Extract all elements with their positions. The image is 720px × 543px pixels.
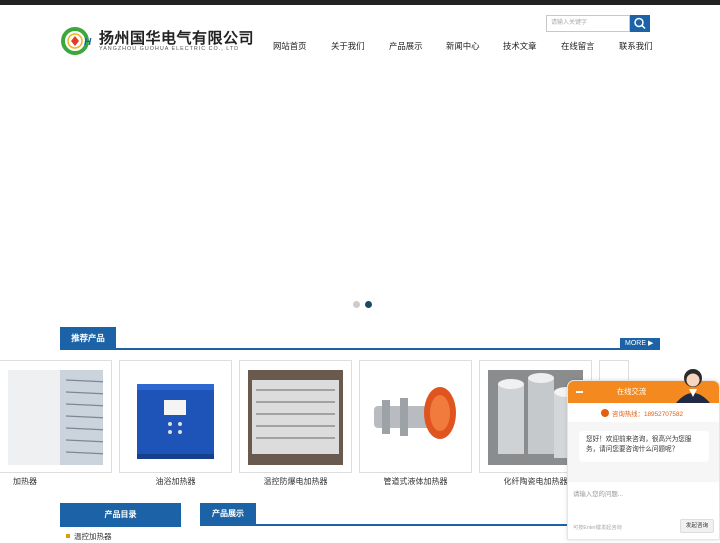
chat-hotline: 咨询热线：18952707582	[612, 411, 684, 418]
nav-item-contact[interactable]: 联系我们	[619, 40, 653, 52]
products-header: 产品展示	[200, 503, 570, 526]
control-cabinet-icon	[128, 370, 223, 465]
product-card[interactable]	[0, 360, 112, 473]
nav-item-home[interactable]: 网站首页	[273, 40, 307, 52]
search-input[interactable]: 请输入关键字	[546, 15, 630, 32]
support-avatar-icon	[676, 369, 710, 403]
slider-dot-1[interactable]	[353, 301, 360, 308]
chat-hint: 可按Enter键发起咨询	[573, 525, 622, 531]
nav-item-about[interactable]: 关于我们	[331, 40, 365, 52]
logo-mark-icon: H	[61, 27, 92, 55]
products-title: 产品展示	[200, 503, 256, 525]
product-name[interactable]: 温控防爆电加热器	[239, 476, 352, 487]
nav-item-news[interactable]: 新闻中心	[446, 40, 480, 52]
welcome-message: 您好！欢迎前来咨询，很高兴为您服务，请问您要咨询什么问题呢？	[579, 431, 709, 462]
nav-item-products[interactable]: 产品展示	[389, 40, 423, 52]
nav-item-articles[interactable]: 技术文章	[503, 40, 537, 52]
company-name: 扬州国华电气有限公司	[99, 30, 255, 47]
bullet-icon	[66, 534, 70, 538]
logo[interactable]: H 扬州国华电气有限公司 YANGZHOU GUOHUA ELECTRIC CO…	[61, 25, 255, 59]
chat-messages: 您好！欢迎前来咨询，很高兴为您服务，请问您要咨询什么问题呢？	[568, 422, 719, 482]
chat-input[interactable]: 请输入您的问题...	[573, 489, 623, 498]
product-name[interactable]: 加热器	[13, 476, 93, 487]
product-name[interactable]: 管道式液体加热器	[359, 476, 472, 487]
recommended-header: 推荐产品	[60, 327, 660, 350]
sidebar-item[interactable]: 温控加热器	[60, 531, 181, 543]
search-button[interactable]	[630, 15, 650, 32]
recommended-title: 推荐产品	[60, 327, 116, 349]
product-name[interactable]: 油浴加热器	[119, 476, 232, 487]
search-icon	[634, 17, 646, 30]
product-card[interactable]	[239, 360, 352, 473]
chat-widget: 在线交流 咨询热线：18952707582 您好！欢迎前来咨询，很高兴为您服务，…	[567, 380, 720, 540]
sidebar-title: 产品目录	[60, 503, 181, 527]
slider-dot-2-active[interactable]	[365, 301, 372, 308]
product-card[interactable]	[119, 360, 232, 473]
pipeline-heater-icon	[368, 370, 463, 465]
company-english-name: YANGZHOU GUOHUA ELECTRIC CO., LTD	[99, 46, 240, 52]
nav-item-message[interactable]: 在线留言	[561, 40, 595, 52]
product-card[interactable]	[359, 360, 472, 473]
svg-text:H: H	[84, 37, 92, 48]
top-bar	[0, 0, 720, 5]
phone-icon	[601, 409, 609, 417]
finned-heater-icon	[248, 370, 343, 465]
send-button[interactable]: 发起咨询	[680, 519, 714, 533]
heater-panel-icon	[8, 370, 103, 465]
more-button[interactable]: MORE ▶	[620, 338, 660, 350]
